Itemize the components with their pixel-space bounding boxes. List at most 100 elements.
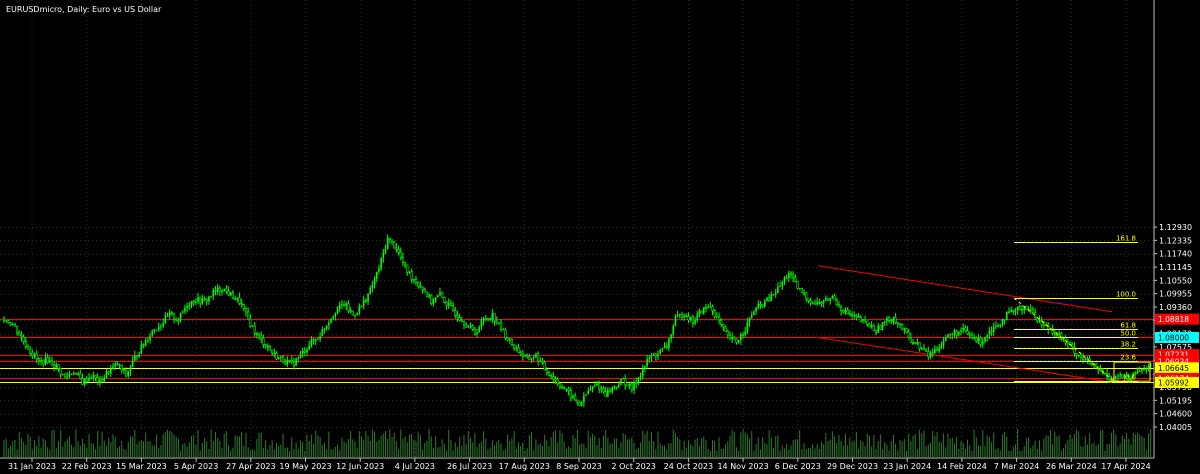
candle-body	[685, 315, 688, 317]
y-tick-label: 1.04005	[1159, 423, 1192, 432]
candle-body	[646, 358, 648, 367]
candle	[281, 355, 285, 364]
candle-body	[711, 306, 714, 311]
candle-body	[914, 342, 917, 345]
candle-body	[338, 304, 341, 309]
candle-body	[498, 322, 500, 324]
candle-body	[33, 354, 36, 356]
candle-body	[364, 300, 367, 302]
candle-body	[870, 325, 873, 327]
candle-body	[284, 361, 287, 365]
y-tick-label: 1.10550	[1159, 276, 1192, 285]
x-tick-label: 2 Oct 2023	[612, 462, 656, 471]
candle-body	[1012, 310, 1015, 312]
chart-window[interactable]: 161.8 100.0 61.8 50.0 38.2 23.6 0.0 1.12930 1.1…	[0, 0, 1200, 474]
candle-body	[1147, 365, 1150, 369]
candle-body	[131, 360, 134, 368]
candle-body	[266, 345, 269, 348]
candle-body	[412, 278, 415, 281]
candle-body	[508, 339, 511, 341]
candle-body	[988, 331, 991, 335]
candle-body	[277, 357, 280, 360]
candle-body	[925, 349, 928, 352]
candle-body	[755, 307, 757, 312]
price-badge-label: 1.08818	[1158, 315, 1189, 324]
candle-body	[50, 360, 54, 366]
candle-body	[580, 402, 583, 406]
candle-body	[482, 318, 485, 321]
candle-body	[600, 388, 603, 390]
candle-body	[811, 302, 814, 304]
candle-body	[408, 271, 411, 273]
candle-body	[796, 281, 799, 289]
candle-body	[42, 359, 45, 365]
candle-body	[118, 364, 121, 367]
candle-body	[262, 337, 265, 345]
candle-body	[853, 315, 855, 317]
candle-body	[611, 387, 614, 392]
candle-body	[953, 330, 956, 334]
candle-body	[135, 355, 139, 357]
candle-body	[591, 386, 594, 390]
candle-body	[874, 330, 878, 334]
y-tick-label: 1.09360	[1159, 303, 1192, 312]
candle-body	[495, 320, 498, 324]
candle-body	[707, 306, 709, 309]
candle-body	[157, 327, 160, 330]
candle-body	[955, 330, 958, 336]
candle-body	[473, 329, 476, 335]
candle-body	[741, 333, 745, 336]
candle-body	[777, 286, 779, 293]
candle-body	[120, 364, 123, 371]
candle-body	[328, 322, 330, 326]
candle-body	[384, 248, 387, 253]
candle	[223, 288, 225, 292]
candle-body	[2, 318, 6, 322]
candle-body	[753, 311, 755, 316]
candle-body	[547, 372, 551, 376]
candle-body	[105, 371, 108, 378]
candle-body	[1141, 369, 1143, 372]
candle-body	[434, 297, 437, 302]
candle-body	[637, 377, 640, 384]
candle-body	[728, 334, 732, 340]
candle-body	[722, 324, 725, 328]
candle-body	[818, 301, 821, 304]
candle-body	[687, 316, 690, 321]
candle-body	[628, 383, 631, 386]
candle-body	[233, 298, 237, 301]
price-chart[interactable]: 161.8 100.0 61.850.0 38.2 23.6 0.0 1.12930 1.1…	[0, 0, 1200, 474]
candle-body	[227, 290, 230, 296]
candle-body	[958, 331, 960, 336]
candle-body	[868, 324, 871, 328]
candle-body	[462, 321, 466, 326]
candle-body	[960, 330, 962, 332]
candle-body	[172, 313, 176, 320]
candle-body	[127, 371, 130, 377]
fib-label: 23.6	[1120, 354, 1136, 362]
candle-body	[698, 311, 701, 315]
candle-body	[112, 366, 114, 369]
x-tick-label: 6 Dec 2023	[775, 462, 821, 471]
candle-body	[802, 292, 806, 295]
candle-body	[460, 320, 463, 322]
candle-body	[717, 316, 721, 321]
candle-body	[1003, 319, 1006, 321]
candle-body	[349, 310, 352, 312]
candle-body	[602, 388, 605, 393]
candle-body	[151, 330, 154, 336]
candle-body	[665, 345, 668, 348]
fib-label: 0.0	[1125, 374, 1136, 382]
candle-body	[216, 287, 219, 292]
candle	[535, 352, 537, 359]
candle-body	[124, 369, 128, 377]
candle-body	[848, 313, 851, 315]
y-tick-label: 1.09955	[1159, 290, 1192, 299]
candle-body	[807, 298, 810, 301]
candle-body	[484, 318, 487, 320]
candle-body	[114, 363, 116, 367]
candle-body	[423, 289, 426, 293]
candle-body	[934, 348, 936, 353]
candle-body	[321, 329, 324, 337]
candle-body	[931, 352, 934, 354]
